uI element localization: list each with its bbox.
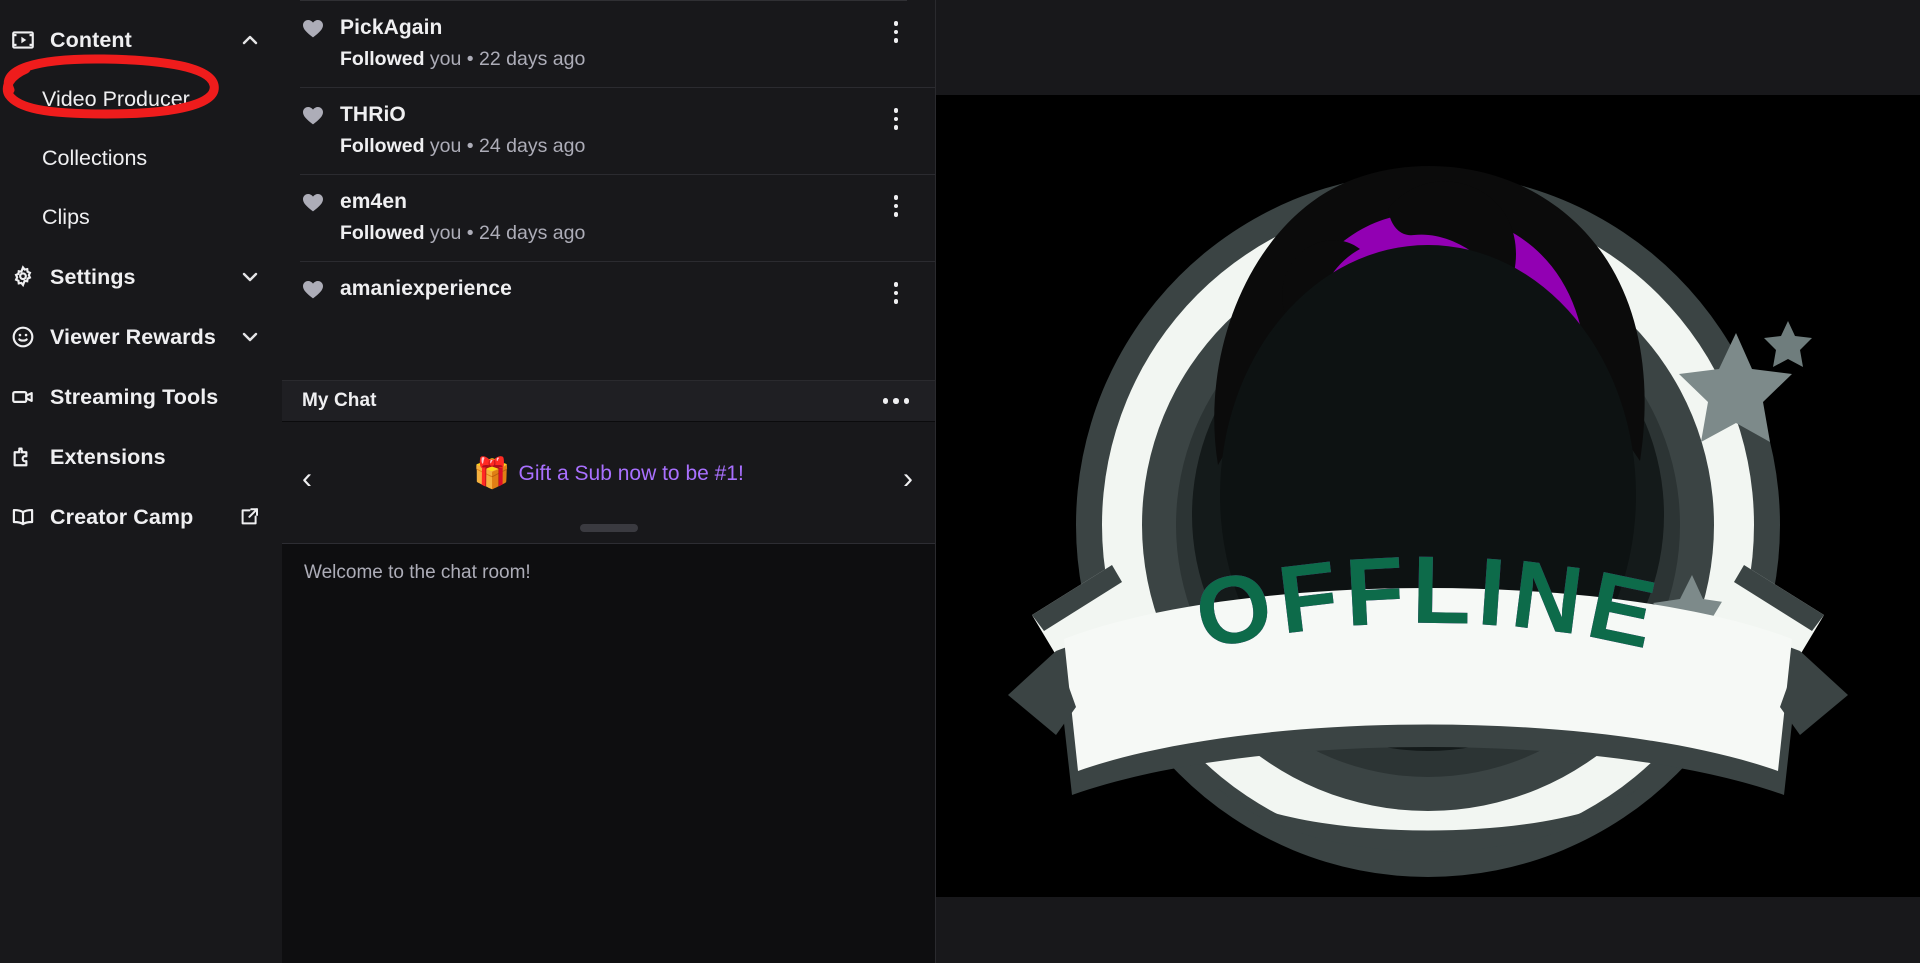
sidebar-subitem-label: Video Producer — [42, 87, 190, 111]
sidebar-item-label: Viewer Rewards — [50, 324, 216, 349]
offline-stream-video[interactable]: OFFLINE OFFLINE — [936, 95, 1920, 897]
video-camera-icon — [8, 382, 38, 412]
kebab-menu-icon[interactable] — [883, 193, 909, 219]
meta-separator: • — [466, 48, 474, 70]
chevron-right-icon[interactable]: › — [893, 459, 923, 499]
creator-dashboard: Content Video Producer Collections Clips — [0, 0, 1920, 963]
follow-action: Followed — [340, 222, 425, 244]
sidebar-item-label: Settings — [50, 264, 136, 289]
player-bottom-bar — [936, 897, 1920, 963]
offline-banner-art: OFFLINE OFFLINE — [936, 95, 1920, 897]
sidebar-item-viewer-rewards[interactable]: Viewer Rewards — [0, 307, 282, 367]
follower-username[interactable]: amaniexperience — [340, 277, 512, 301]
sidebar-subitem-label: Collections — [42, 146, 148, 170]
chat-message-list[interactable]: Welcome to the chat room! — [282, 544, 935, 963]
external-link-icon[interactable] — [238, 506, 260, 528]
follow-action-tail: you — [429, 48, 462, 70]
chat-welcome-message: Welcome to the chat room! — [304, 562, 531, 583]
activity-feed: PickAgain Followed you • 22 days ago THR… — [282, 0, 935, 380]
sidebar-item-collections[interactable]: Collections — [0, 129, 282, 188]
sidebar-item-video-producer[interactable]: Video Producer — [0, 70, 282, 129]
chevron-left-icon[interactable]: ‹ — [292, 459, 322, 499]
kebab-menu-icon[interactable] — [883, 106, 909, 132]
sidebar-item-label: Content — [50, 27, 132, 52]
carousel-page-indicator[interactable] — [579, 524, 638, 532]
follow-time: 24 days ago — [479, 135, 586, 157]
sidebar-item-label: Extensions — [50, 444, 166, 469]
chevron-down-icon[interactable] — [240, 267, 260, 287]
smiley-face-icon — [8, 322, 38, 352]
activity-feed-item[interactable]: em4en Followed you • 24 days ago — [300, 174, 935, 261]
heart-icon — [300, 15, 326, 41]
follower-meta: Followed you • 22 days ago — [340, 48, 917, 71]
activity-feed-item[interactable]: amaniexperience — [300, 261, 935, 318]
sidebar-item-content[interactable]: Content — [0, 10, 282, 70]
sidebar-item-clips[interactable]: Clips — [0, 188, 282, 247]
activity-feed-item[interactable]: THRiO Followed you • 24 days ago — [300, 87, 935, 174]
sidebar-item-label: Streaming Tools — [50, 384, 219, 409]
follower-meta: Followed you • 24 days ago — [340, 135, 917, 158]
follow-action-tail: you — [429, 135, 462, 157]
follower-username[interactable]: PickAgain — [340, 16, 442, 40]
chevron-up-icon[interactable] — [240, 30, 260, 50]
chat-panel-header: My Chat — [282, 380, 935, 422]
follower-username[interactable]: THRiO — [340, 103, 406, 127]
meta-separator: • — [466, 135, 474, 157]
kebab-menu-icon[interactable] — [883, 19, 909, 45]
promo-text[interactable]: Gift a Sub now to be #1! — [519, 462, 744, 486]
player-top-bar — [936, 0, 1920, 95]
content-film-icon — [8, 25, 38, 55]
left-sidebar: Content Video Producer Collections Clips — [0, 0, 282, 963]
stream-player-area: OFFLINE OFFLINE — [936, 0, 1920, 963]
follow-time: 22 days ago — [479, 48, 586, 70]
heart-icon — [300, 189, 326, 215]
activity-and-chat-column: PickAgain Followed you • 22 days ago THR… — [282, 0, 936, 963]
sidebar-item-streaming-tools[interactable]: Streaming Tools — [0, 367, 282, 427]
follower-username[interactable]: em4en — [340, 190, 407, 214]
gear-icon — [8, 262, 38, 292]
follow-time: 24 days ago — [479, 222, 586, 244]
follow-action: Followed — [340, 48, 425, 70]
activity-feed-item[interactable]: PickAgain Followed you • 22 days ago — [282, 1, 935, 87]
follower-meta: Followed you • 24 days ago — [340, 222, 917, 245]
sidebar-item-creator-camp[interactable]: Creator Camp — [0, 487, 282, 547]
sidebar-item-extensions[interactable]: Extensions — [0, 427, 282, 487]
gift-box-icon: 🎁 — [473, 457, 511, 490]
promo-content[interactable]: 🎁 Gift a Sub now to be #1! — [473, 459, 744, 489]
follow-action: Followed — [340, 135, 425, 157]
heart-icon — [300, 102, 326, 128]
chat-panel-title: My Chat — [302, 390, 377, 411]
chevron-down-icon[interactable] — [240, 327, 260, 347]
puzzle-piece-icon — [8, 442, 38, 472]
open-book-icon — [8, 502, 38, 532]
sidebar-subitem-label: Clips — [42, 205, 90, 229]
meta-separator: • — [466, 222, 474, 244]
carousel-pagination[interactable] — [282, 524, 935, 532]
heart-icon — [300, 276, 326, 302]
sidebar-item-label: Creator Camp — [50, 504, 194, 529]
kebab-menu-icon[interactable] — [883, 280, 909, 306]
chat-promo-carousel: ‹ 🎁 Gift a Sub now to be #1! › — [282, 422, 935, 544]
follow-action-tail: you — [429, 222, 462, 244]
sidebar-item-settings[interactable]: Settings — [0, 247, 282, 307]
ellipsis-horizontal-icon[interactable] — [881, 392, 912, 410]
